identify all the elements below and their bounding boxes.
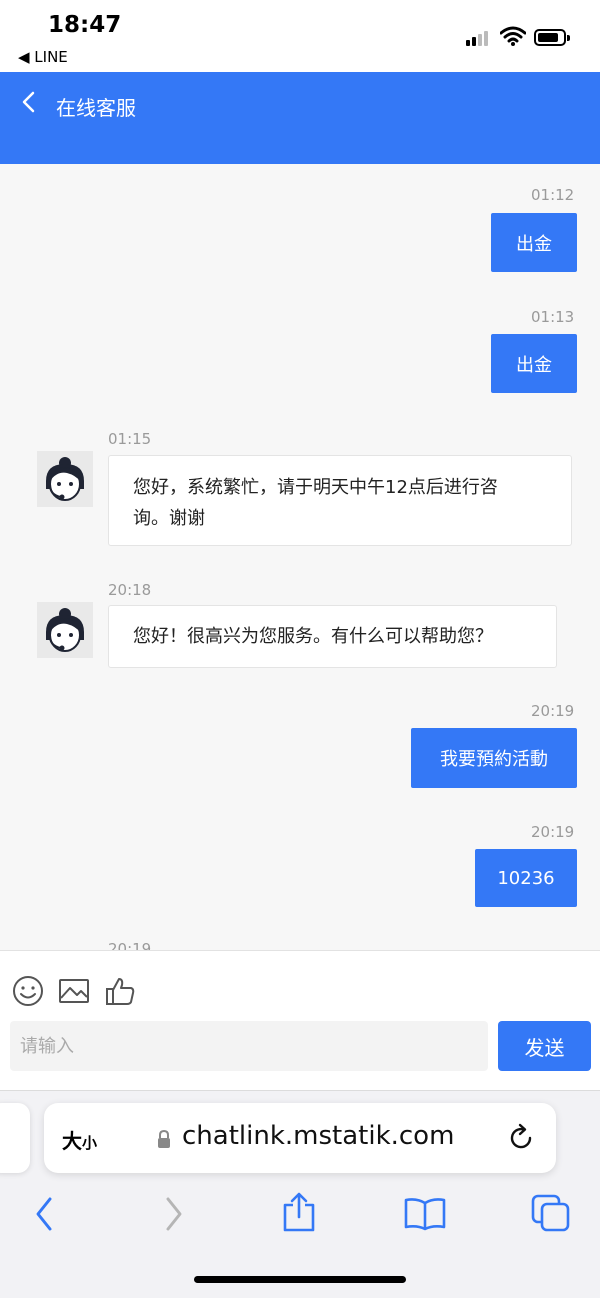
home-indicator[interactable]: [194, 1276, 406, 1283]
incoming-message[interactable]: 您好，系统繁忙，请于明天中午12点后进行咨 询。谢谢: [108, 455, 572, 546]
send-button[interactable]: 发送: [498, 1021, 591, 1071]
outgoing-message[interactable]: 出金: [491, 334, 577, 393]
agent-avatar: [37, 602, 93, 658]
incoming-message[interactable]: 您好！很高兴为您服务。有什么可以帮助您？: [108, 605, 557, 668]
message-time: 20:19: [531, 702, 575, 720]
message-time: 20:18: [108, 581, 152, 599]
message-input[interactable]: [10, 1021, 488, 1071]
back-icon[interactable]: [30, 1195, 58, 1233]
chat-header: 在线客服: [0, 72, 600, 164]
page-title: 在线客服: [56, 96, 136, 120]
text-size-button[interactable]: 大小: [62, 1125, 97, 1154]
message-time: 01:12: [531, 186, 575, 204]
lock-icon: [158, 1129, 170, 1148]
image-icon[interactable]: [58, 975, 90, 1007]
message-time: 01:15: [108, 430, 152, 448]
wifi-icon: [500, 26, 526, 46]
address-bar[interactable]: 大小 chatlink.mstatik.com: [44, 1103, 556, 1173]
message-time: 20:19: [108, 940, 152, 950]
message-time: 01:13: [531, 308, 575, 326]
previous-tab-preview[interactable]: [0, 1103, 30, 1173]
battery-icon: [534, 29, 570, 46]
reload-icon[interactable]: [506, 1123, 536, 1153]
agent-avatar-icon: [46, 457, 84, 501]
clock: 18:47: [48, 12, 122, 38]
cellular-signal-icon: [466, 30, 492, 46]
browser-chrome: 大小 chatlink.mstatik.com: [0, 1090, 600, 1298]
share-icon[interactable]: [281, 1191, 317, 1233]
agent-avatar: [37, 451, 93, 507]
status-bar: 18:47 ◀ LINE: [0, 0, 600, 72]
outgoing-message[interactable]: 出金: [491, 213, 577, 272]
message-text-line: 您好，系统繁忙，请于明天中午12点后进行咨: [133, 477, 498, 498]
thumbs-up-icon[interactable]: [104, 975, 136, 1007]
chat-messages[interactable]: 01:12 出金 01:13 出金 01:15 您好，系统繁忙，请于明天中午12…: [0, 164, 600, 950]
outgoing-message[interactable]: 我要預約活動: [411, 728, 577, 788]
tabs-icon[interactable]: [530, 1193, 572, 1233]
message-text-line: 询。谢谢: [133, 508, 205, 529]
text-size-large: 大: [62, 1129, 82, 1153]
forward-icon[interactable]: [160, 1195, 188, 1233]
back-to-app-link[interactable]: ◀ LINE: [18, 48, 68, 66]
back-chevron-icon[interactable]: [18, 90, 42, 114]
text-size-small: 小: [82, 1134, 98, 1152]
url-text: chatlink.mstatik.com: [182, 1121, 455, 1151]
message-time: 20:19: [531, 823, 575, 841]
bookmarks-icon[interactable]: [403, 1197, 447, 1231]
composer-area: 发送: [0, 950, 600, 1090]
smiley-icon[interactable]: [12, 975, 44, 1007]
outgoing-message[interactable]: 10236: [475, 849, 577, 907]
agent-avatar-icon: [46, 608, 84, 652]
